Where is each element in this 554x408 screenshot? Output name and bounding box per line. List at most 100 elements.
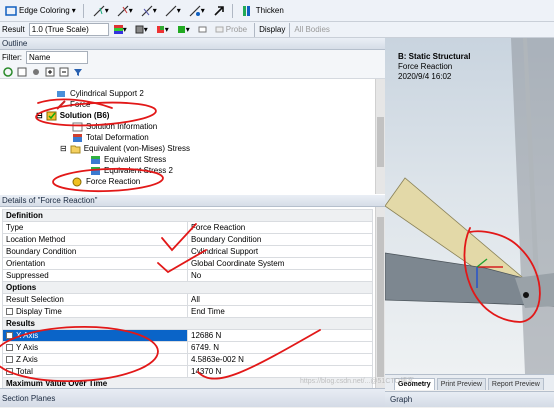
details-pane: Details of "Force Reaction" Definition T… bbox=[0, 195, 385, 390]
filter-label: Filter: bbox=[2, 53, 22, 62]
table-row[interactable]: Suppressed No bbox=[2, 269, 373, 282]
tree-item-force-reaction[interactable]: Force Reaction bbox=[72, 176, 140, 187]
table-row-x-axis[interactable]: X Axis 12686 N bbox=[2, 329, 373, 342]
collapse-toggle-icon[interactable]: ⊟ bbox=[60, 143, 67, 154]
edge-style-icon bbox=[117, 5, 129, 16]
display-label: Display bbox=[259, 25, 286, 34]
thicken-button[interactable]: Thicken bbox=[239, 3, 287, 19]
force-icon bbox=[56, 99, 66, 110]
tree-item-force[interactable]: Force bbox=[56, 99, 90, 110]
result-scale-dropdown[interactable]: 1.0 (True Scale) bbox=[28, 23, 109, 36]
table-row[interactable]: Result Selection All bbox=[2, 293, 373, 306]
separator bbox=[231, 3, 233, 18]
details-header: Details of "Force Reaction" bbox=[0, 195, 385, 207]
probe-button[interactable]: Probe bbox=[212, 22, 250, 38]
folder-icon bbox=[70, 145, 81, 153]
contour-button[interactable]: ▾ bbox=[111, 22, 130, 38]
table-row[interactable]: Z Axis 4.5863e-002 N bbox=[2, 353, 373, 366]
analysis-title: B: Static Structural bbox=[398, 52, 471, 61]
thicken-icon bbox=[242, 5, 250, 16]
edges-button[interactable]: ▾ bbox=[132, 22, 151, 38]
checkbox[interactable] bbox=[6, 332, 13, 339]
outline-tree: Cylindrical Support 2 Force ⊟ Solution (… bbox=[0, 79, 385, 194]
timestamp: 2020/9/4 16:02 bbox=[398, 72, 452, 81]
checkbox[interactable] bbox=[6, 344, 13, 351]
edge-style-button-4[interactable]: ▾ bbox=[162, 3, 184, 19]
filter-dropdown[interactable]: Name bbox=[26, 51, 88, 64]
result-icon bbox=[91, 166, 100, 175]
edge-style-button-1[interactable]: ▾ bbox=[90, 3, 112, 19]
tree-item-equivalent-stress-2[interactable]: Equivalent Stress 2 bbox=[90, 165, 173, 176]
arrow-tool-button[interactable] bbox=[210, 3, 228, 19]
checkbox[interactable] bbox=[6, 356, 13, 363]
thicken-label: Thicken bbox=[255, 6, 284, 15]
gear-icon[interactable] bbox=[30, 66, 42, 78]
refresh-icon[interactable] bbox=[2, 66, 14, 78]
details-scrollbar[interactable] bbox=[375, 207, 385, 388]
table-row[interactable]: Y Axis 6749. N bbox=[2, 341, 373, 354]
max-min-button[interactable]: ▾ bbox=[153, 22, 172, 38]
edge-style-button-5[interactable]: ▾ bbox=[186, 3, 208, 19]
table-row[interactable]: Display Time End Time bbox=[2, 305, 373, 318]
tab-report-preview[interactable]: Report Preview bbox=[487, 378, 544, 390]
section-planes-header[interactable]: Section Planes bbox=[0, 388, 385, 407]
collapse-toggle-icon[interactable]: ⊟ bbox=[36, 110, 43, 121]
tree-icon[interactable] bbox=[16, 66, 28, 78]
all-bodies-dropdown[interactable]: All Bodies bbox=[294, 25, 330, 34]
color-cube-icon bbox=[156, 26, 164, 33]
information-icon bbox=[72, 122, 83, 131]
label-button[interactable] bbox=[195, 22, 210, 38]
result-icon bbox=[91, 155, 100, 164]
edge-coloring-icon bbox=[5, 5, 17, 16]
outline-icon-row bbox=[0, 65, 385, 79]
tree-item-total-deformation[interactable]: Total Deformation bbox=[72, 132, 149, 143]
separator bbox=[82, 3, 84, 18]
filter-row: Filter: Name bbox=[0, 50, 385, 65]
graphics-viewport[interactable]: B: Static Structural Force Reaction 2020… bbox=[385, 38, 554, 374]
scroll-thumb[interactable] bbox=[377, 217, 384, 377]
edge-coloring-button[interactable]: Edge Coloring ▾ bbox=[2, 3, 79, 19]
scroll-thumb[interactable] bbox=[377, 117, 384, 167]
table-row[interactable]: Orientation Global Coordinate System bbox=[2, 257, 373, 270]
result-label: Result bbox=[2, 25, 25, 34]
checkbox[interactable] bbox=[6, 308, 13, 315]
top-toolbar: Edge Coloring ▾ ▾ ▾ ▾ ▾ ▾ Thicken bbox=[0, 0, 554, 22]
edge-style-button-3[interactable]: ▾ bbox=[138, 3, 160, 19]
table-row[interactable]: Location Method Boundary Condition bbox=[2, 233, 373, 246]
green-cube-icon bbox=[177, 26, 185, 33]
table-row[interactable]: Type Force Reaction bbox=[2, 221, 373, 234]
tree-item-cylindrical-support-2[interactable]: Cylindrical Support 2 bbox=[56, 88, 144, 99]
contour-icon bbox=[113, 25, 123, 34]
section-results[interactable]: Results bbox=[2, 317, 373, 330]
arrow-icon bbox=[214, 5, 224, 16]
edge-style-button-2[interactable]: ▾ bbox=[114, 3, 136, 19]
edge-style-icon bbox=[165, 5, 177, 16]
result-icon bbox=[73, 133, 82, 142]
outline-scrollbar[interactable] bbox=[375, 79, 385, 194]
solution-icon bbox=[46, 111, 57, 120]
result-toolbar: Result 1.0 (True Scale) ▾ ▾ ▾ ▾ Probe Di… bbox=[0, 22, 554, 38]
table-row[interactable]: Boundary Condition Cylindrical Support bbox=[2, 245, 373, 258]
edge-style-icon bbox=[93, 5, 105, 16]
graph-header[interactable]: Graph bbox=[385, 391, 554, 407]
tree-item-equivalent-stress-group[interactable]: ⊟ Equivalent (von-Mises) Stress bbox=[60, 143, 190, 154]
tree-item-equivalent-stress[interactable]: Equivalent Stress bbox=[90, 154, 166, 165]
section-options[interactable]: Options bbox=[2, 281, 373, 294]
model-geometry bbox=[385, 38, 554, 374]
edge-style-icon bbox=[189, 5, 201, 16]
tree-item-solution[interactable]: ⊟ Solution (B6) bbox=[36, 110, 109, 121]
details-grid: Definition Type Force Reaction Location M… bbox=[2, 209, 373, 390]
checkbox[interactable] bbox=[6, 368, 13, 375]
expand-icon[interactable] bbox=[44, 66, 56, 78]
edge-coloring-label: Edge Coloring bbox=[19, 6, 70, 15]
watermark: https://blog.csdn.net/...@51CTO博客 bbox=[300, 378, 414, 385]
cube-icon bbox=[135, 25, 144, 34]
edge-style-icon bbox=[141, 5, 153, 16]
filter-icon[interactable] bbox=[72, 66, 84, 78]
tab-print-preview[interactable]: Print Preview bbox=[436, 378, 486, 390]
collapse-icon[interactable] bbox=[58, 66, 70, 78]
tree-item-solution-information[interactable]: Solution Information bbox=[72, 121, 157, 132]
vector-button[interactable]: ▾ bbox=[174, 22, 193, 38]
label-icon bbox=[198, 26, 207, 33]
section-definition[interactable]: Definition bbox=[2, 209, 373, 222]
